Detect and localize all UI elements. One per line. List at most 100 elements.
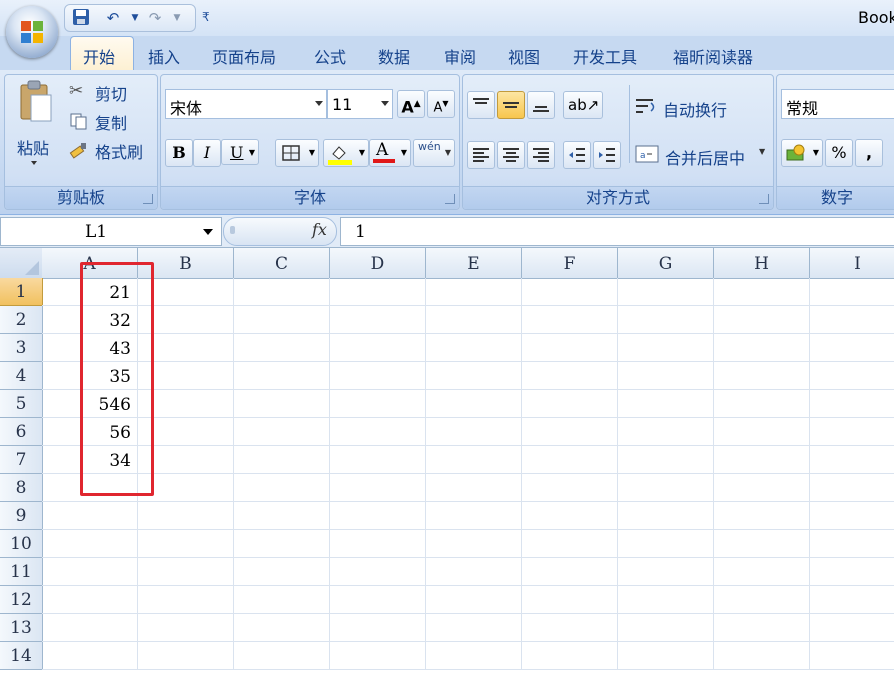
cell-i11[interactable] [810, 558, 894, 586]
cell-e6[interactable] [426, 418, 522, 446]
grow-font-button[interactable]: A▲ [397, 90, 425, 118]
font-color-button[interactable]: A ▼ [369, 139, 411, 167]
undo-icon[interactable]: ↶ [103, 8, 123, 28]
cell-e14[interactable] [426, 642, 522, 670]
column-header-g[interactable]: G [618, 248, 714, 279]
cell-d10[interactable] [330, 530, 426, 558]
cell-i13[interactable] [810, 614, 894, 642]
cell-a9[interactable] [42, 502, 138, 530]
cell-g11[interactable] [618, 558, 714, 586]
column-header-e[interactable]: E [426, 248, 522, 279]
cell-e7[interactable] [426, 446, 522, 474]
cell-i5[interactable] [810, 390, 894, 418]
align-middle-button[interactable] [497, 91, 525, 119]
cell-i4[interactable] [810, 362, 894, 390]
fill-color-button[interactable]: ▼ [323, 139, 369, 167]
comma-style-button[interactable]: , [855, 139, 883, 167]
column-header-f[interactable]: F [522, 248, 618, 279]
cell-g7[interactable] [618, 446, 714, 474]
cell-b11[interactable] [138, 558, 234, 586]
column-header-i[interactable]: I [810, 248, 894, 279]
tab-page-layout[interactable]: 页面布局 [212, 44, 276, 68]
cell-c12[interactable] [234, 586, 330, 614]
decrease-indent-button[interactable] [563, 141, 591, 169]
tab-insert[interactable]: 插入 [148, 44, 180, 68]
align-center-button[interactable] [497, 141, 525, 169]
cell-e5[interactable] [426, 390, 522, 418]
column-header-h[interactable]: H [714, 248, 810, 279]
row-header-9[interactable]: 9 [0, 502, 43, 530]
cell-g5[interactable] [618, 390, 714, 418]
alignment-dialog-launcher-icon[interactable] [759, 194, 769, 204]
bold-button[interactable]: B [165, 139, 193, 167]
cell-h9[interactable] [714, 502, 810, 530]
cell-f12[interactable] [522, 586, 618, 614]
cell-g4[interactable] [618, 362, 714, 390]
cell-h6[interactable] [714, 418, 810, 446]
cell-i3[interactable] [810, 334, 894, 362]
cell-f3[interactable] [522, 334, 618, 362]
increase-indent-button[interactable] [593, 141, 621, 169]
cell-c5[interactable] [234, 390, 330, 418]
cell-e8[interactable] [426, 474, 522, 502]
percent-style-button[interactable]: % [825, 139, 853, 167]
cell-f6[interactable] [522, 418, 618, 446]
cell-e3[interactable] [426, 334, 522, 362]
cell-i6[interactable] [810, 418, 894, 446]
cell-f7[interactable] [522, 446, 618, 474]
tab-formulas[interactable]: 公式 [314, 44, 346, 68]
cell-a10[interactable] [42, 530, 138, 558]
align-right-button[interactable] [527, 141, 555, 169]
cell-h2[interactable] [714, 306, 810, 334]
row-header-11[interactable]: 11 [0, 558, 43, 586]
cell-i12[interactable] [810, 586, 894, 614]
cell-c1[interactable] [234, 278, 330, 306]
orientation-button[interactable]: ab↗ [563, 91, 603, 119]
cell-g13[interactable] [618, 614, 714, 642]
cell-g3[interactable] [618, 334, 714, 362]
cell-a13[interactable] [42, 614, 138, 642]
row-header-12[interactable]: 12 [0, 586, 43, 614]
cell-d8[interactable] [330, 474, 426, 502]
row-header-8[interactable]: 8 [0, 474, 43, 502]
cell-a11[interactable] [42, 558, 138, 586]
cell-g6[interactable] [618, 418, 714, 446]
office-button[interactable] [6, 6, 58, 58]
cell-c6[interactable] [234, 418, 330, 446]
cell-c14[interactable] [234, 642, 330, 670]
cell-d4[interactable] [330, 362, 426, 390]
cell-h12[interactable] [714, 586, 810, 614]
cell-d2[interactable] [330, 306, 426, 334]
cell-h13[interactable] [714, 614, 810, 642]
cell-b9[interactable] [138, 502, 234, 530]
cell-g8[interactable] [618, 474, 714, 502]
cell-i9[interactable] [810, 502, 894, 530]
row-header-10[interactable]: 10 [0, 530, 43, 558]
tab-foxit-reader[interactable]: 福昕阅读器 [673, 44, 753, 68]
tab-data[interactable]: 数据 [378, 44, 410, 68]
formula-input[interactable]: 1 [340, 217, 894, 246]
italic-button[interactable]: I [193, 139, 221, 167]
cell-c13[interactable] [234, 614, 330, 642]
cell-d9[interactable] [330, 502, 426, 530]
cell-h1[interactable] [714, 278, 810, 306]
borders-button[interactable]: ▼ [275, 139, 319, 167]
tab-review[interactable]: 审阅 [444, 44, 476, 68]
cell-h11[interactable] [714, 558, 810, 586]
cell-f14[interactable] [522, 642, 618, 670]
tab-view[interactable]: 视图 [508, 44, 540, 68]
row-header-7[interactable]: 7 [0, 446, 43, 474]
cell-f11[interactable] [522, 558, 618, 586]
cell-c4[interactable] [234, 362, 330, 390]
redo-dropdown-icon[interactable]: ▼ [167, 8, 187, 28]
name-box[interactable]: L1 [0, 217, 222, 246]
cell-c11[interactable] [234, 558, 330, 586]
cell-e13[interactable] [426, 614, 522, 642]
cell-a14[interactable] [42, 642, 138, 670]
customize-qat-icon[interactable]: ₹ [202, 10, 210, 24]
align-bottom-button[interactable] [527, 91, 555, 119]
paste-button[interactable]: 粘贴 [13, 79, 57, 165]
cell-f4[interactable] [522, 362, 618, 390]
column-header-c[interactable]: C [234, 248, 330, 279]
merge-center-dropdown-icon[interactable]: ▼ [759, 147, 765, 156]
